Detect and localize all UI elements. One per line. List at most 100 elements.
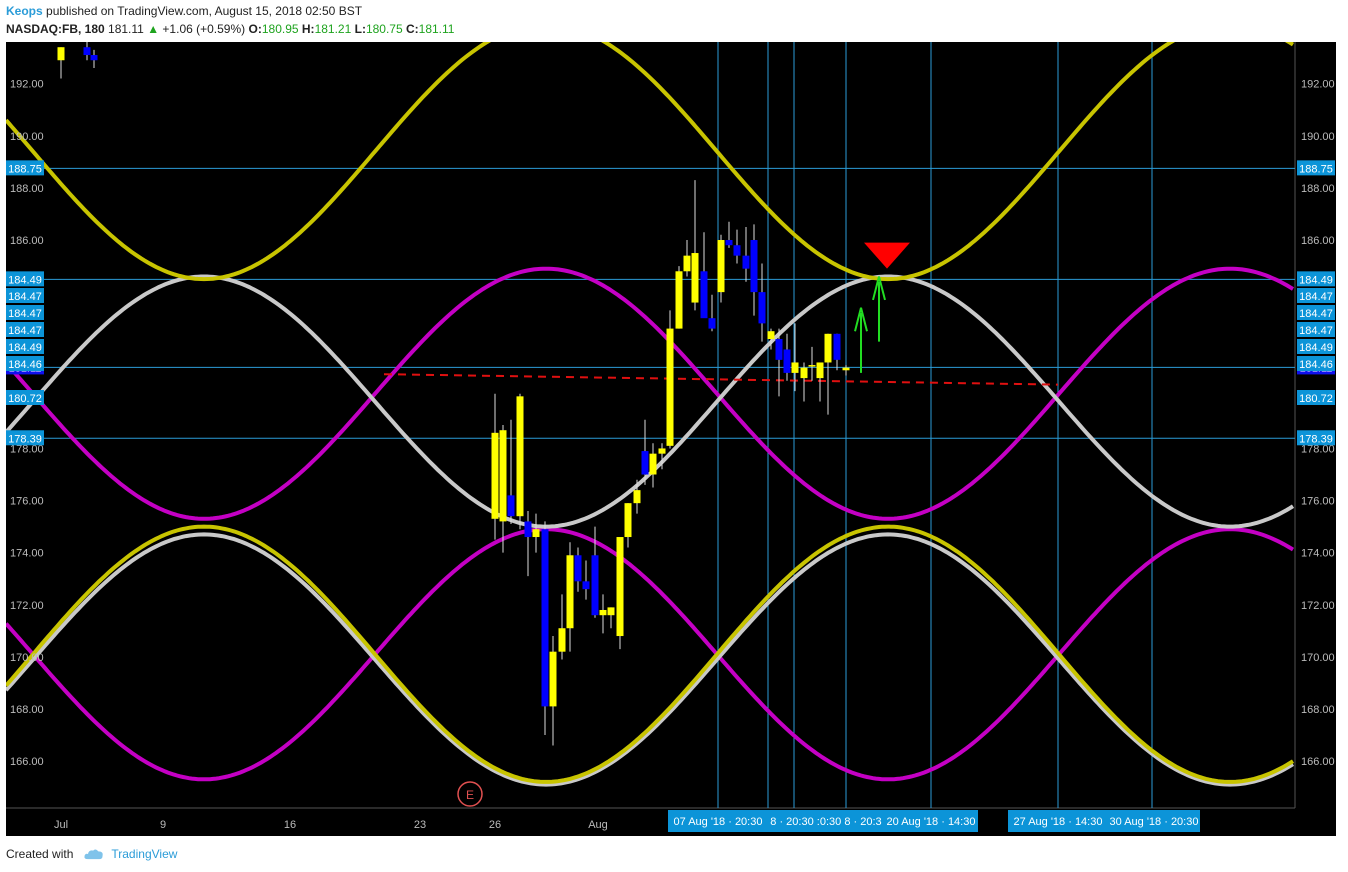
time-axis-label: 23	[414, 819, 426, 831]
level-badge-right: 178.39	[1299, 433, 1333, 445]
time-axis-label: Aug	[588, 819, 608, 831]
candle-body[interactable]	[90, 55, 98, 61]
up-triangle-icon: ▲	[147, 22, 160, 36]
last-price: 181.11	[108, 22, 144, 36]
stacked-price-badge-left: 184.47	[8, 325, 42, 337]
symbol-bar: NASDAQ:FB, 180 181.11 ▲ +1.06 (+0.59%) O…	[6, 22, 454, 36]
candle-body[interactable]	[516, 396, 524, 517]
level-badge-right: 184.49	[1299, 274, 1333, 286]
stacked-price-badge-left: 180.72	[8, 393, 42, 405]
stacked-price-badge-right: 180.72	[1299, 393, 1333, 405]
candle-body[interactable]	[717, 240, 725, 293]
publish-info: Keops published on TradingView.com, Augu…	[6, 4, 362, 18]
candle-body[interactable]	[649, 453, 657, 475]
candle-body[interactable]	[808, 365, 816, 367]
high-value: 181.21	[314, 22, 352, 36]
footer: Created with TradingView	[6, 847, 177, 861]
candle-body[interactable]	[491, 432, 499, 519]
candle-body[interactable]	[582, 581, 590, 590]
candle-body[interactable]	[616, 537, 624, 637]
stacked-price-badge-right: 184.47	[1299, 325, 1333, 337]
candle-body[interactable]	[607, 607, 615, 616]
stacked-price-badge-left: 184.47	[8, 308, 42, 320]
candle-body[interactable]	[83, 47, 91, 56]
stacked-price-badge-left: 184.47	[8, 291, 42, 303]
price-axis-label-left: 166.00	[10, 756, 44, 768]
candle-body[interactable]	[683, 255, 691, 272]
candle-body[interactable]	[499, 430, 507, 522]
stacked-price-badge-right: 184.47	[1299, 291, 1333, 303]
candle-body[interactable]	[666, 328, 674, 446]
price-axis-label-right: 170.00	[1301, 652, 1335, 664]
close-label: C:	[405, 22, 419, 36]
candle-body[interactable]	[824, 333, 832, 363]
level-badge-left: 184.49	[8, 274, 42, 286]
candle-body[interactable]	[641, 451, 649, 475]
price-axis-label-right: 190.00	[1301, 131, 1335, 143]
time-cycle-label: 07 Aug '18 · 20:30	[674, 816, 763, 828]
candle-body[interactable]	[624, 503, 632, 538]
created-with-text: Created with	[6, 847, 74, 861]
time-cycle-label: 20 Aug '18 · 14:30	[887, 816, 976, 828]
candle-body[interactable]	[57, 47, 65, 61]
candle-body[interactable]	[742, 255, 750, 269]
candle-body[interactable]	[541, 529, 549, 707]
price-axis-label-right: 166.00	[1301, 756, 1335, 768]
candle-body[interactable]	[675, 271, 683, 329]
candle-body[interactable]	[700, 271, 708, 319]
time-cycle-label: 8 · 20:30	[770, 816, 813, 828]
level-badge-left: 178.39	[8, 433, 42, 445]
candle-body[interactable]	[507, 495, 515, 517]
candle-body[interactable]	[708, 318, 716, 329]
candle-body[interactable]	[733, 245, 741, 256]
candle-body[interactable]	[558, 628, 566, 652]
time-cycle-label: :0:30	[817, 816, 841, 828]
candle-body[interactable]	[791, 362, 799, 373]
price-axis-label-left: 192.00	[10, 79, 44, 91]
stacked-price-badge-right: 184.46	[1299, 359, 1333, 371]
candle-body[interactable]	[658, 448, 666, 454]
level-badge-right: 188.75	[1299, 163, 1333, 175]
candle-body[interactable]	[633, 490, 641, 504]
candle-body[interactable]	[758, 292, 766, 324]
candle-body[interactable]	[842, 367, 850, 371]
symbol-name[interactable]: NASDAQ:FB, 180	[6, 22, 105, 36]
time-axis-label: 26	[489, 819, 501, 831]
candle-body[interactable]	[549, 651, 557, 707]
candle-body[interactable]	[767, 331, 775, 340]
author-name[interactable]: Keops	[6, 4, 43, 18]
candle-body[interactable]	[816, 362, 824, 379]
plot-area[interactable]	[6, 42, 1295, 808]
candle-body[interactable]	[775, 339, 783, 360]
price-change: +1.06 (+0.59%)	[162, 22, 246, 36]
published-text: published on TradingView.com, August 15,…	[46, 4, 363, 18]
candle-body[interactable]	[566, 555, 574, 629]
high-label: H:	[301, 22, 315, 36]
low-label: L:	[354, 22, 366, 36]
candle-body[interactable]	[691, 253, 699, 303]
candle-body[interactable]	[800, 367, 808, 379]
price-axis-label-right: 192.00	[1301, 79, 1335, 91]
candle-body[interactable]	[783, 349, 791, 373]
price-axis-label-left: 176.00	[10, 496, 44, 508]
price-axis-label-left: 168.00	[10, 704, 44, 716]
candle-body[interactable]	[524, 521, 532, 538]
candle-body[interactable]	[833, 333, 841, 360]
level-badge-left: 188.75	[8, 163, 42, 175]
candle-body[interactable]	[532, 529, 540, 538]
candle-body[interactable]	[591, 555, 599, 616]
candle-body[interactable]	[574, 555, 582, 582]
price-axis-label-left: 172.00	[10, 600, 44, 612]
time-cycle-label: 30 Aug '18 · 20:30	[1110, 816, 1199, 828]
stacked-price-badge-right: 184.47	[1299, 308, 1333, 320]
price-axis-label-right: 176.00	[1301, 496, 1335, 508]
time-axis-label: 9	[160, 819, 166, 831]
price-axis-label-right: 186.00	[1301, 235, 1335, 247]
price-chart[interactable]: E 166.00 166.00 168.00 168.00 170.00 170.00 172…	[6, 42, 1336, 836]
price-axis-label-right: 172.00	[1301, 600, 1335, 612]
price-axis-label-right: 174.00	[1301, 548, 1335, 560]
candle-body[interactable]	[750, 240, 758, 293]
candle-body[interactable]	[599, 609, 607, 616]
tradingview-link[interactable]: TradingView	[111, 847, 177, 861]
candle-body[interactable]	[725, 240, 733, 246]
